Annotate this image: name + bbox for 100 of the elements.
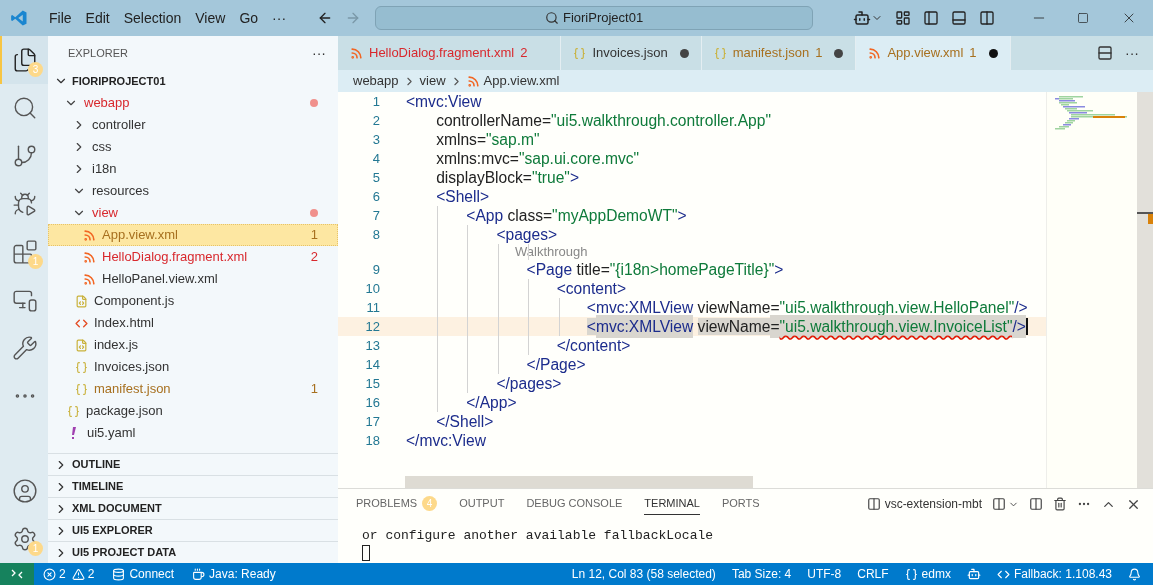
tree-item[interactable]: css	[48, 136, 338, 158]
code-token: Shell	[445, 186, 480, 207]
menu-item[interactable]: File	[42, 7, 79, 29]
code-token: xmlns	[435, 129, 477, 150]
more-actions[interactable]: ···	[1125, 42, 1139, 64]
file-name: package.json	[86, 402, 163, 421]
section-header[interactable]: XML DOCUMENT	[48, 497, 338, 519]
terminal-name[interactable]: vsc-extension-mbt	[884, 495, 982, 513]
run-debug-icon[interactable]	[12, 191, 38, 217]
file-name: css	[92, 138, 112, 157]
tree-item[interactable]: resources	[48, 180, 338, 202]
code-token: />	[1012, 314, 1026, 339]
status-item[interactable]: UTF-8	[807, 565, 842, 583]
tree-item[interactable]: Component.js	[48, 290, 338, 312]
project-header[interactable]: FIORIPROJECT01	[48, 70, 338, 92]
code-token: >	[548, 224, 558, 245]
tree-item[interactable]: i18n	[48, 158, 338, 180]
panel-tab[interactable]: PORTS	[721, 493, 760, 515]
tree-item[interactable]: controller	[48, 114, 338, 136]
panel-right-icon[interactable]	[979, 10, 995, 26]
exclamation-icon	[70, 426, 78, 440]
terminal-icon	[866, 497, 881, 511]
tree-item[interactable]: Invoices.json	[48, 356, 338, 378]
breadcrumb-item[interactable]: App.view.xml	[483, 71, 560, 91]
rss-icon	[83, 272, 96, 286]
split-icon[interactable]	[992, 497, 1006, 511]
files-icon[interactable]	[12, 47, 38, 73]
menu-item[interactable]: ···	[265, 7, 294, 29]
line-number: 18	[364, 431, 380, 450]
trash-icon[interactable]	[1053, 497, 1067, 511]
breadcrumb-item[interactable]: webapp	[353, 71, 399, 91]
robot-icon[interactable]	[966, 567, 981, 581]
problems-status[interactable]: 2 2	[43, 565, 95, 583]
code-token: "{i18n>homePageTitle}"	[609, 259, 775, 280]
code-token: <	[435, 186, 446, 207]
horizontal-scrollbar[interactable]	[405, 476, 753, 488]
version-status[interactable]: Fallback: 1.108.43	[996, 565, 1112, 583]
menu-item[interactable]: Selection	[116, 7, 189, 29]
tree-item[interactable]: view	[48, 202, 338, 224]
code-token: mvc:View	[419, 430, 486, 451]
more-actions[interactable]: ···	[312, 42, 326, 64]
editor-tab[interactable]: App.view.xml 1	[856, 36, 1011, 70]
code-token: >	[484, 411, 494, 432]
robot-icon[interactable]	[853, 9, 872, 27]
section-header[interactable]: OUTLINE	[48, 453, 338, 475]
vertical-scrollbar[interactable]	[1137, 92, 1153, 488]
tree-item[interactable]: manifest.json 1	[48, 378, 338, 400]
code-token: </	[465, 392, 480, 413]
command-search-field[interactable]: FioriProject01	[375, 6, 814, 30]
file-name: resources	[92, 182, 150, 201]
tools-icon[interactable]	[12, 335, 38, 361]
bell-icon[interactable]	[1128, 567, 1141, 581]
panel-tab[interactable]: OUTPUT	[459, 493, 505, 515]
menu-item[interactable]: Edit	[78, 7, 117, 29]
tree-item[interactable]: ui5.yaml	[48, 422, 338, 444]
tree-item[interactable]: index.js	[48, 334, 338, 356]
tab-label: App.view.xml	[887, 44, 964, 63]
tree-item[interactable]: HelloPanel.view.xml	[48, 268, 338, 290]
codelens-hint[interactable]: Walkthrough	[406, 242, 588, 262]
tree-item[interactable]: package.json	[48, 400, 338, 422]
panel-left-icon[interactable]	[923, 10, 939, 26]
java-status[interactable]: Java: Ready	[192, 565, 276, 583]
count-badge: 1	[28, 541, 43, 556]
code-token: xmlns:mvc	[435, 148, 510, 169]
tree-item[interactable]: App.view.xml 1	[48, 224, 338, 246]
panel-bottom-icon[interactable]	[951, 10, 967, 26]
code-token: mvc:XMLView	[595, 314, 694, 339]
line-number: 13	[364, 336, 380, 355]
maximize-icon[interactable]	[1077, 12, 1089, 24]
panel-tab[interactable]: TERMINAL	[644, 493, 700, 515]
status-item[interactable]: Ln 12, Col 83 (58 selected)	[571, 565, 716, 583]
account-icon[interactable]	[12, 478, 38, 504]
line-number: 1	[371, 92, 380, 111]
menu-item[interactable]: Go	[232, 7, 266, 29]
branch-icon[interactable]	[12, 143, 38, 169]
split-terminal-icon[interactable]	[1029, 497, 1043, 511]
code-token: "true"	[531, 167, 570, 188]
code-token: =	[543, 205, 553, 226]
breadcrumb-item[interactable]: view	[419, 71, 446, 91]
search-icon[interactable]	[12, 95, 38, 121]
language-status[interactable]: edmx	[904, 565, 951, 583]
panel-tab[interactable]: DEBUG CONSOLE	[526, 493, 623, 515]
code-token: Page	[535, 259, 573, 280]
section-header[interactable]: UI5 EXPLORER	[48, 519, 338, 541]
split-editor-icon[interactable]	[1097, 45, 1113, 61]
layout-icon[interactable]	[895, 10, 911, 26]
panel-tab[interactable]: PROBLEMS 4	[356, 493, 438, 515]
section-header[interactable]: TIMELINE	[48, 475, 338, 497]
connect-status[interactable]: Connect	[112, 565, 175, 583]
tree-item[interactable]: webapp	[48, 92, 338, 114]
settings-icon[interactable]	[12, 526, 38, 552]
warning-icon	[71, 567, 85, 581]
status-item[interactable]: Tab Size: 4	[731, 565, 792, 583]
extensions-icon[interactable]	[12, 239, 38, 265]
tree-item[interactable]: HelloDialog.fragment.xml 2	[48, 246, 338, 268]
tree-item[interactable]: Index.html	[48, 312, 338, 334]
menu-item[interactable]: View	[188, 7, 233, 29]
file-name: controller	[92, 116, 146, 135]
status-item[interactable]: CRLF	[857, 565, 889, 583]
code-token: <	[525, 259, 536, 280]
